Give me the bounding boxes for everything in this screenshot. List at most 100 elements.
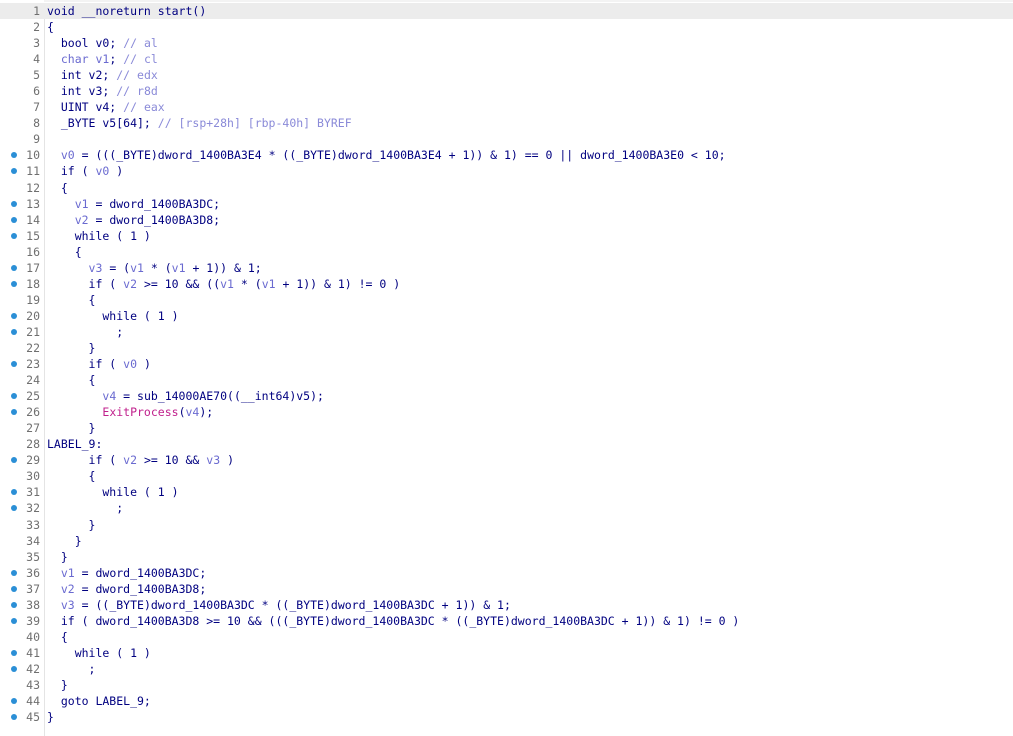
code-token[interactable]: while ( 1 ) [47, 309, 178, 323]
code-line[interactable]: 25 v4 = sub_14000AE70((__int64)v5); [0, 388, 1013, 404]
code-text[interactable]: ; [47, 324, 123, 340]
code-text[interactable]: ExitProcess(v4); [47, 404, 213, 420]
code-token[interactable]: { [47, 181, 68, 195]
code-line[interactable]: 42 ; [0, 661, 1013, 677]
code-token[interactable]: } [47, 341, 96, 355]
code-line[interactable]: 4 char v1; // cl [0, 51, 1013, 67]
variable-token[interactable]: v4 [186, 405, 200, 419]
code-text[interactable]: int v2; // edx [47, 67, 158, 83]
code-line[interactable]: 5 int v2; // edx [0, 67, 1013, 83]
code-line[interactable]: 33 } [0, 517, 1013, 533]
code-token[interactable]: ( [179, 405, 186, 419]
code-token[interactable] [47, 389, 102, 403]
code-token[interactable]: >= 10 && (( [137, 277, 220, 291]
code-comment[interactable]: // al [123, 36, 158, 50]
variable-token[interactable]: v3 [89, 261, 103, 275]
code-token[interactable]: = dword_1400BA3DC; [75, 566, 207, 580]
code-token[interactable]: } [47, 550, 68, 564]
code-token[interactable]: ) [220, 453, 234, 467]
code-comment[interactable]: // r8d [116, 84, 158, 98]
code-text[interactable]: v2 = dword_1400BA3D8; [47, 212, 220, 228]
code-line[interactable]: 14 v2 = dword_1400BA3D8; [0, 212, 1013, 228]
code-line[interactable]: 9 [0, 131, 1013, 147]
code-text[interactable]: } [47, 677, 68, 693]
code-line[interactable]: 12 { [0, 180, 1013, 196]
code-line[interactable]: 1 void __noreturn start() [0, 3, 1013, 20]
code-token[interactable]: + 1)) & 1) != 0 ) [276, 277, 400, 291]
code-text[interactable]: _BYTE v5[64]; // [rsp+28h] [rbp-40h] BYR… [47, 115, 352, 131]
code-text[interactable]: while ( 1 ) [47, 645, 151, 661]
variable-token[interactable]: v1 [130, 261, 144, 275]
code-line[interactable]: 27 } [0, 420, 1013, 436]
variable-token[interactable]: v0 [123, 357, 137, 371]
code-token[interactable]: void __noreturn start() [47, 4, 206, 18]
code-token[interactable]: int v2; [47, 68, 116, 82]
code-line[interactable]: 38 v3 = ((_BYTE)dword_1400BA3DC * ((_BYT… [0, 597, 1013, 613]
variable-token[interactable]: v4 [102, 389, 116, 403]
code-text[interactable]: UINT v4; // eax [47, 99, 165, 115]
code-token[interactable]: while ( 1 ) [47, 646, 151, 660]
code-line[interactable]: 10 v0 = (((_BYTE)dword_1400BA3E4 * ((_BY… [0, 147, 1013, 163]
code-token[interactable]: } [47, 710, 54, 724]
code-text[interactable]: v3 = ((_BYTE)dword_1400BA3DC * ((_BYTE)d… [47, 597, 511, 613]
code-lines-container[interactable]: 1 void __noreturn start() 2{3 bool v0; // … [0, 3, 1013, 725]
code-line[interactable]: 39 if ( dword_1400BA3D8 >= 10 && (((_BYT… [0, 613, 1013, 629]
code-comment[interactable]: // eax [123, 100, 165, 114]
code-token[interactable]: } [47, 518, 96, 532]
code-text[interactable]: v1 = dword_1400BA3DC; [47, 565, 206, 581]
code-token[interactable]: if ( [47, 357, 123, 371]
code-token[interactable]: ; [47, 325, 123, 339]
code-comment[interactable]: // edx [116, 68, 158, 82]
code-line[interactable]: 44 goto LABEL_9; [0, 693, 1013, 709]
code-token[interactable]: bool [47, 36, 95, 50]
code-token[interactable]: _BYTE v5[64]; [47, 116, 158, 130]
variable-token[interactable]: char [47, 52, 95, 66]
variable-token[interactable]: v2 [75, 213, 89, 227]
code-text[interactable]: v3 = (v1 * (v1 + 1)) & 1; [47, 260, 262, 276]
variable-token[interactable]: v2 [123, 453, 137, 467]
code-line[interactable]: 37 v2 = dword_1400BA3D8; [0, 581, 1013, 597]
code-token[interactable]: } [47, 678, 68, 692]
code-token[interactable]: >= 10 && [137, 453, 206, 467]
code-token[interactable] [47, 582, 61, 596]
code-comment[interactable]: // [rsp+28h] [rbp-40h] BYREF [158, 116, 352, 130]
code-token[interactable]: if ( [47, 453, 123, 467]
code-text[interactable]: v0 = (((_BYTE)dword_1400BA3E4 * ((_BYTE)… [47, 147, 726, 163]
code-token[interactable]: int v3; [47, 84, 116, 98]
code-line[interactable]: 3 bool v0; // al [0, 35, 1013, 51]
variable-token[interactable]: v1 [61, 566, 75, 580]
code-line[interactable]: 24 { [0, 372, 1013, 388]
code-line[interactable]: 26 ExitProcess(v4); [0, 404, 1013, 420]
code-line[interactable]: 19 { [0, 292, 1013, 308]
code-token[interactable]: UINT v4; [47, 100, 123, 114]
code-token[interactable] [47, 213, 75, 227]
code-token[interactable]: { [47, 630, 68, 644]
variable-token[interactable]: v0 [61, 148, 75, 162]
variable-token[interactable]: v1 [95, 52, 109, 66]
code-text[interactable]: char v1; // cl [47, 51, 158, 67]
code-token[interactable]: { [47, 293, 96, 307]
code-line[interactable]: 32 ; [0, 500, 1013, 516]
code-line[interactable]: 29 if ( v2 >= 10 && v3 ) [0, 452, 1013, 468]
code-token[interactable] [47, 598, 61, 612]
code-text[interactable]: if ( v0 ) [47, 356, 151, 372]
code-token[interactable]: ; [109, 52, 123, 66]
code-line[interactable]: 11 if ( v0 ) [0, 163, 1013, 179]
code-line[interactable]: 41 while ( 1 ) [0, 645, 1013, 661]
variable-token[interactable]: v0 [95, 164, 109, 178]
code-token[interactable]: + 1)) & 1; [186, 261, 261, 275]
code-token[interactable]: } [47, 534, 82, 548]
code-text[interactable]: if ( v2 >= 10 && ((v1 * (v1 + 1)) & 1) !… [47, 276, 401, 292]
code-token[interactable]: * ( [234, 277, 262, 291]
code-line[interactable]: 15 while ( 1 ) [0, 228, 1013, 244]
code-text[interactable]: { [47, 19, 54, 35]
code-text[interactable]: } [47, 340, 96, 356]
code-line[interactable]: 13 v1 = dword_1400BA3DC; [0, 196, 1013, 212]
code-line[interactable]: 28 LABEL_9: [0, 436, 1013, 452]
code-text[interactable]: if ( dword_1400BA3D8 >= 10 && (((_BYTE)d… [47, 613, 740, 629]
code-token[interactable]: { [47, 469, 96, 483]
code-line[interactable]: 17 v3 = (v1 * (v1 + 1)) & 1; [0, 260, 1013, 276]
code-token[interactable]: = dword_1400BA3D8; [89, 213, 220, 227]
code-token[interactable] [47, 261, 89, 275]
code-token[interactable]: ; [47, 501, 123, 515]
